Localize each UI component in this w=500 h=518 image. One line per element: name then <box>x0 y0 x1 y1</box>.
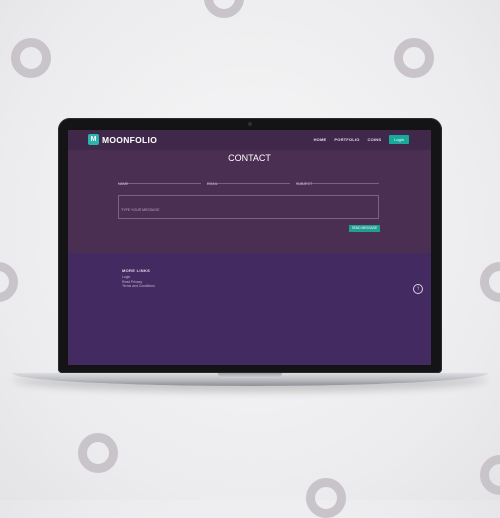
subject-field[interactable]: SUBJECT <box>296 172 379 186</box>
decorative-ring <box>394 38 434 78</box>
decorative-ring <box>306 478 346 518</box>
logo-icon: M <box>88 134 99 145</box>
nav-link-coins[interactable]: COINS <box>368 137 382 142</box>
decorative-ring <box>11 38 51 78</box>
nav-links: HOME PORTFOLIO COINS Login <box>314 135 409 144</box>
decorative-ring <box>480 455 500 495</box>
email-label: EMAIL <box>207 182 218 186</box>
send-message-button[interactable]: SEND MESSAGE <box>349 225 380 232</box>
nav-link-portfolio[interactable]: PORTFOLIO <box>334 137 359 142</box>
message-textarea[interactable]: TYPE YOUR MESSAGE <box>118 195 379 219</box>
footer-link-terms[interactable]: Terms and Conditions <box>122 284 155 289</box>
laptop-base <box>12 373 488 386</box>
contact-title: CONTACT <box>228 153 271 163</box>
contact-section: CONTACT NAME EMAIL SUBJECT TYPE YOUR MES… <box>68 150 431 253</box>
laptop-lid: M MOONFOLIO HOME PORTFOLIO COINS Login C… <box>58 118 442 373</box>
decorative-ring <box>480 262 500 302</box>
message-placeholder: TYPE YOUR MESSAGE <box>121 208 160 212</box>
decorative-ring <box>204 0 244 18</box>
nav-link-home[interactable]: HOME <box>314 137 327 142</box>
decorative-ring <box>78 433 118 473</box>
laptop-notch <box>218 373 282 378</box>
navbar: M MOONFOLIO HOME PORTFOLIO COINS Login <box>68 130 431 150</box>
laptop-screen: M MOONFOLIO HOME PORTFOLIO COINS Login C… <box>68 130 431 365</box>
email-field[interactable]: EMAIL <box>207 172 290 186</box>
login-button[interactable]: Login <box>389 135 409 144</box>
footer-links: Login Read Privacy Terms and Conditions <box>122 275 155 289</box>
camera <box>248 122 252 126</box>
decorative-ring <box>0 262 18 302</box>
name-field[interactable]: NAME <box>118 172 201 186</box>
brand-name: MOONFOLIO <box>102 134 158 145</box>
arrow-up-icon[interactable]: ↑ <box>413 284 423 294</box>
footer: MORE LINKS Login Read Privacy Terms and … <box>68 253 431 365</box>
name-label: NAME <box>118 182 129 186</box>
subject-label: SUBJECT <box>296 182 313 186</box>
footer-title: MORE LINKS <box>122 268 151 273</box>
logo[interactable]: M MOONFOLIO <box>88 134 157 145</box>
